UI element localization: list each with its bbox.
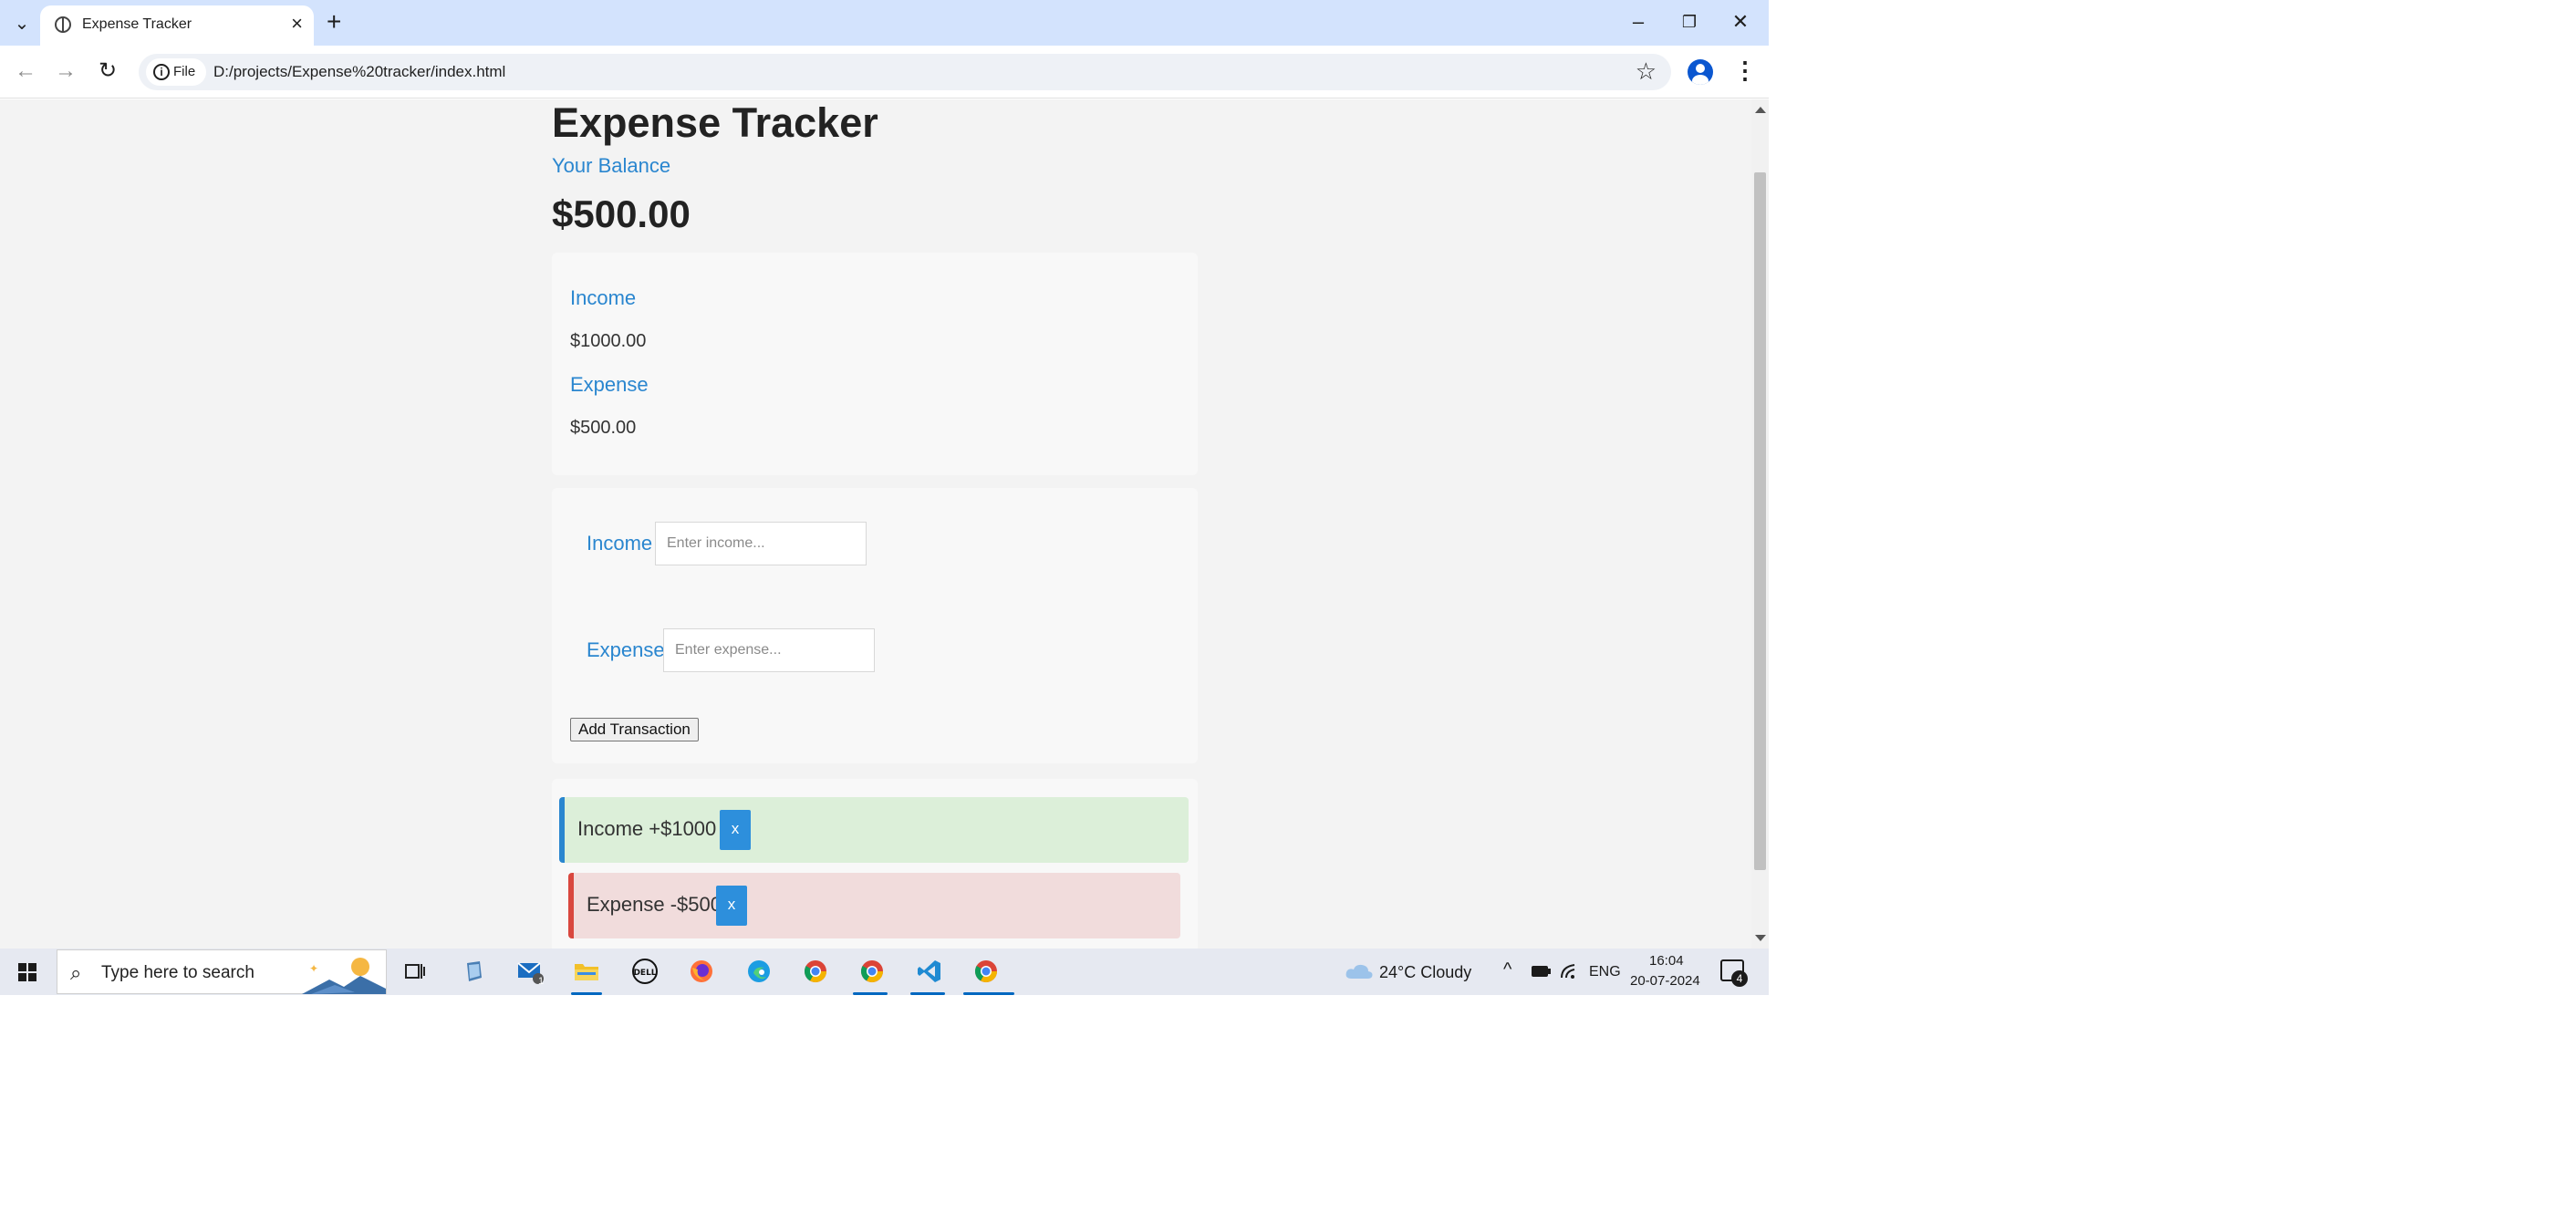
transaction-list: Income +$1000 x Expense -$500 x bbox=[552, 779, 1198, 949]
running-app-indicator bbox=[853, 992, 888, 995]
site-info-label: File bbox=[173, 64, 196, 79]
clock-date[interactable]: 20-07-2024 bbox=[1630, 973, 1700, 989]
svg-text:DELL: DELL bbox=[633, 969, 656, 978]
search-highlight-illustration: ✦ bbox=[302, 958, 386, 994]
forward-arrow-icon[interactable]: → bbox=[51, 57, 80, 86]
window-close-icon[interactable]: ✕ bbox=[1722, 7, 1759, 36]
balance-label: Your Balance bbox=[552, 154, 671, 177]
scroll-up-arrow-icon[interactable] bbox=[1755, 107, 1766, 113]
battery-icon[interactable] bbox=[1531, 965, 1551, 978]
file-app-icon[interactable] bbox=[458, 956, 489, 987]
new-tab-icon[interactable]: + bbox=[327, 9, 341, 35]
address-bar[interactable]: i File D:/projects/Expense%20tracker/ind… bbox=[139, 54, 1671, 90]
scroll-down-arrow-icon[interactable] bbox=[1755, 935, 1766, 941]
firefox-icon[interactable] bbox=[686, 956, 717, 987]
close-tab-icon[interactable]: × bbox=[291, 14, 303, 34]
file-explorer-icon[interactable] bbox=[571, 956, 602, 987]
language-indicator[interactable]: ENG bbox=[1589, 964, 1621, 980]
minimize-icon[interactable]: – bbox=[1620, 7, 1657, 36]
vscode-icon[interactable] bbox=[914, 956, 945, 987]
screen: ⌄ Expense Tracker × + – ❐ ✕ ← → ↻ i File… bbox=[0, 0, 2576, 1213]
desktop-frame: ⌄ Expense Tracker × + – ❐ ✕ ← → ↻ i File… bbox=[0, 0, 1769, 995]
running-app-indicator bbox=[910, 992, 945, 995]
summary-expense-value: $500.00 bbox=[570, 418, 637, 438]
edge-icon[interactable] bbox=[743, 956, 774, 987]
dell-icon[interactable]: DELL bbox=[629, 956, 660, 987]
mail-badge-count: 1 bbox=[538, 976, 545, 987]
summary-expense-label: Expense bbox=[570, 373, 649, 396]
search-icon: ⌕ bbox=[70, 961, 82, 984]
transaction-text: Expense -$500 bbox=[587, 893, 722, 916]
transaction-form: Income Expense Add Transaction bbox=[552, 488, 1198, 763]
chrome-icon[interactable] bbox=[800, 956, 831, 987]
restore-icon[interactable]: ❐ bbox=[1671, 7, 1708, 36]
bookmark-star-icon[interactable]: ☆ bbox=[1636, 57, 1657, 86]
add-transaction-button[interactable]: Add Transaction bbox=[570, 718, 699, 741]
income-input-label: Income bbox=[587, 532, 653, 555]
chrome-icon[interactable] bbox=[971, 956, 1002, 987]
tab-search-icon[interactable]: ⌄ bbox=[7, 11, 36, 35]
url-text[interactable]: D:/projects/Expense%20tracker/index.html bbox=[213, 54, 505, 90]
weather-text[interactable]: 24°C Cloudy bbox=[1379, 963, 1471, 982]
globe-icon bbox=[55, 16, 71, 33]
notification-count-badge: 4 bbox=[1731, 970, 1748, 987]
info-icon: i bbox=[153, 64, 170, 80]
transaction-item-income: Income +$1000 x bbox=[559, 797, 1189, 863]
balance-value: $500.00 bbox=[552, 192, 691, 235]
chrome-icon[interactable] bbox=[857, 956, 888, 987]
browser-tab[interactable]: Expense Tracker × bbox=[40, 5, 314, 46]
taskbar-search-box[interactable]: ⌕ Type here to search ✦ bbox=[57, 949, 387, 994]
expense-input-label: Expense bbox=[587, 638, 665, 661]
taskbar-search-placeholder: Type here to search bbox=[101, 963, 254, 982]
cloud-icon bbox=[1345, 964, 1373, 979]
page-title: Expense Tracker bbox=[552, 99, 878, 146]
more-menu-icon[interactable]: ⋮ bbox=[1733, 57, 1757, 85]
tab-title: Expense Tracker bbox=[82, 16, 192, 32]
vertical-scrollbar[interactable] bbox=[1751, 99, 1769, 949]
svg-text:✦: ✦ bbox=[309, 962, 318, 975]
reload-icon[interactable]: ↻ bbox=[93, 57, 122, 86]
transaction-text: Income +$1000 bbox=[577, 817, 717, 840]
browser-toolbar: ← → ↻ i File D:/projects/Expense%20track… bbox=[0, 46, 1769, 98]
expense-input[interactable] bbox=[663, 628, 875, 672]
scrollbar-thumb[interactable] bbox=[1754, 172, 1766, 870]
clock-time[interactable]: 16:04 bbox=[1649, 953, 1684, 969]
windows-taskbar: ⌕ Type here to search ✦ 1 DELL 24°C Clou… bbox=[0, 949, 1769, 995]
task-view-icon[interactable] bbox=[400, 956, 431, 987]
site-info-chip[interactable]: i File bbox=[146, 58, 207, 86]
active-app-indicator bbox=[963, 992, 1014, 995]
wifi-icon[interactable] bbox=[1560, 963, 1578, 980]
active-app-indicator bbox=[571, 992, 602, 995]
browser-tab-strip: ⌄ Expense Tracker × + – ❐ ✕ bbox=[0, 0, 1769, 46]
income-input[interactable] bbox=[655, 522, 867, 565]
back-arrow-icon[interactable]: ← bbox=[11, 57, 40, 86]
transaction-item-expense: Expense -$500 x bbox=[568, 873, 1180, 938]
summary-income-label: Income bbox=[570, 286, 637, 309]
summary-card: Income $1000.00 Expense $500.00 bbox=[552, 253, 1198, 475]
windows-start-icon[interactable] bbox=[18, 963, 36, 981]
delete-transaction-button[interactable]: x bbox=[720, 810, 751, 850]
summary-income-value: $1000.00 bbox=[570, 331, 647, 351]
delete-transaction-button[interactable]: x bbox=[716, 886, 747, 926]
chevron-up-icon[interactable]: ^ bbox=[1503, 959, 1511, 980]
profile-avatar-icon[interactable] bbox=[1688, 59, 1713, 85]
page-viewport: Expense Tracker Your Balance $500.00 Inc… bbox=[0, 99, 1751, 949]
